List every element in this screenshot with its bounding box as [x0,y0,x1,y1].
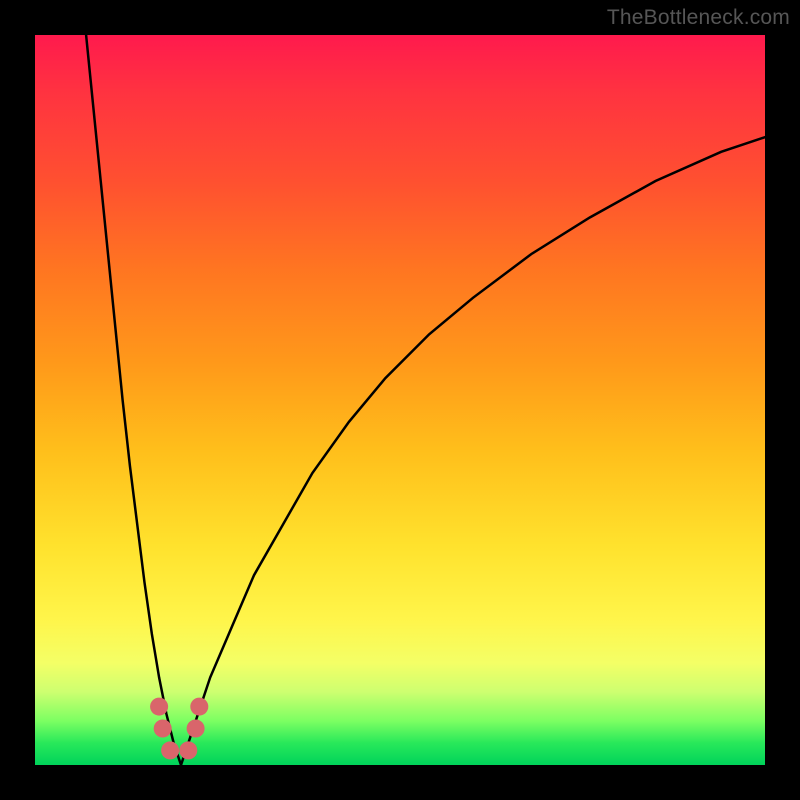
curve-lines [86,35,765,765]
chart-frame: TheBottleneck.com [0,0,800,800]
chart-plot-area [35,35,765,765]
curve-right-branch [181,137,765,765]
marker-dot [190,698,208,716]
curve-left-branch [86,35,181,765]
marker-dots [150,698,208,760]
watermark-text: TheBottleneck.com [607,6,790,30]
marker-dot [154,720,172,738]
marker-dot [161,741,179,759]
marker-dot [179,741,197,759]
chart-svg [35,35,765,765]
marker-dot [187,720,205,738]
marker-dot [150,698,168,716]
